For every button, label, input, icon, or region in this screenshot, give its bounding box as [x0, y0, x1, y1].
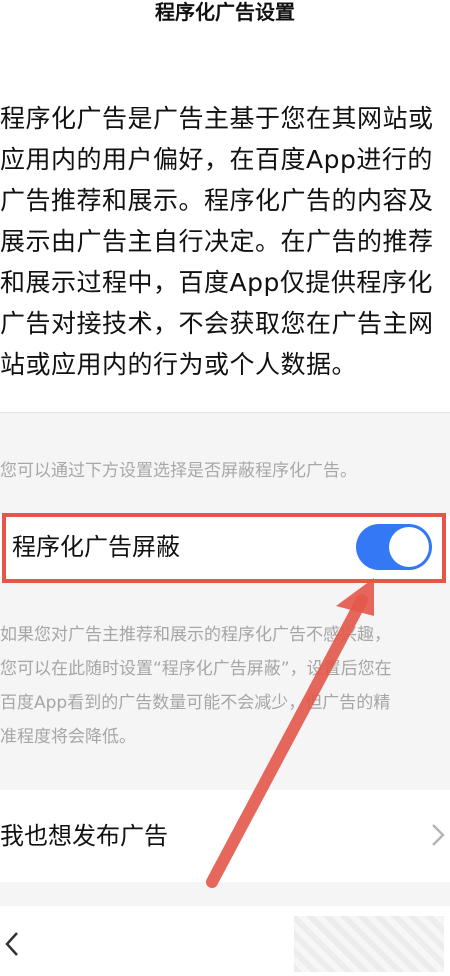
ad-block-switch[interactable]	[356, 524, 432, 570]
publish-ad-row[interactable]: 我也想发布广告	[0, 790, 450, 882]
intro-section: 程序化广告是广告主基于您在其网站或应用内的用户偏好，在百度App进行的广告推荐和…	[0, 36, 450, 413]
explanation-text: 如果您对广告主推荐和展示的程序化广告不感兴趣， 您可以在此随时设置“程序化广告屏…	[0, 618, 450, 754]
explanation-line: 如果您对广告主推荐和展示的程序化广告不感兴趣，	[0, 625, 391, 645]
top-bar: 程序化广告设置	[0, 0, 450, 37]
explanation-line: 百度App看到的广告数量可能不会减少，但广告的精	[0, 693, 391, 713]
ad-block-row[interactable]: 程序化广告屏蔽	[0, 516, 450, 580]
ad-block-label: 程序化广告屏蔽	[12, 533, 180, 561]
explanation-line: 准程度将会降低。	[0, 727, 136, 747]
watermark-area	[294, 916, 444, 972]
intro-paragraph: 程序化广告是广告主基于您在其网站或应用内的用户偏好，在百度App进行的广告推荐和…	[0, 104, 434, 379]
switch-knob	[389, 527, 429, 567]
page-title: 程序化广告设置	[155, 0, 295, 24]
bottom-bar	[0, 906, 450, 976]
chevron-right-icon	[432, 824, 445, 846]
publish-ad-label: 我也想发布广告	[0, 822, 168, 850]
explanation-line: 您可以在此随时设置“程序化广告屏蔽”，设置后您在	[0, 659, 392, 679]
back-arrow-icon[interactable]	[2, 928, 22, 960]
settings-hint: 您可以通过下方设置选择是否屏蔽程序化广告。	[0, 461, 357, 481]
